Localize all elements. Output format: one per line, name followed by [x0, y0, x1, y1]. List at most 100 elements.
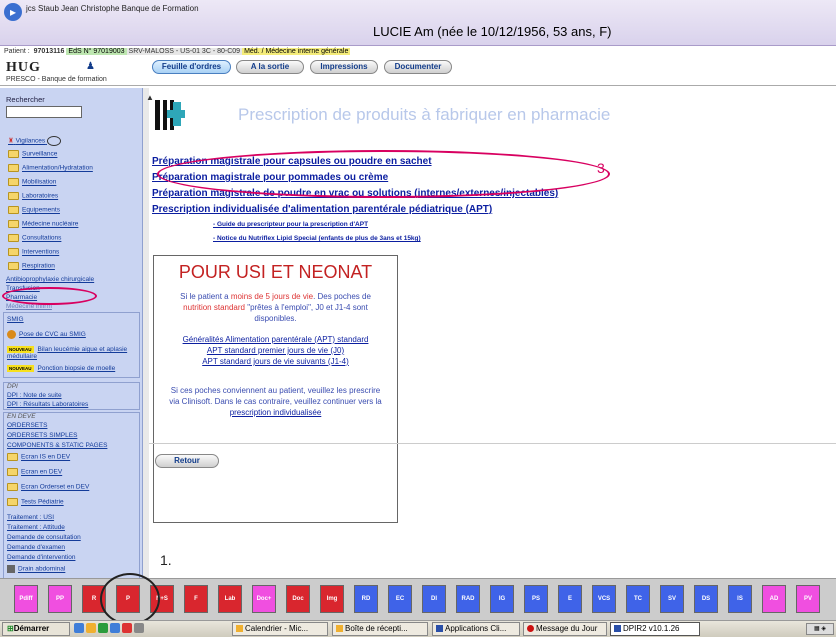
module-button-di[interactable]: DI	[422, 585, 446, 613]
module-button-vcs[interactable]: VCS	[592, 585, 616, 613]
usi-clinisoft-text: Si ces poches conviennent au patient, ve…	[169, 386, 382, 417]
module-button-tc[interactable]: TC	[626, 585, 650, 613]
sidebar-item-ecran-is-dev[interactable]: Ecran IS en DEV	[7, 453, 70, 461]
sidebar-item-tests-pediatrie[interactable]: Tests Pédiatrie	[7, 498, 64, 506]
sidebar-item-ordersets[interactable]: ORDERSETS	[7, 422, 47, 429]
link-apt-j1-4[interactable]: APT standard jours de vie suivants (J1-4…	[154, 356, 397, 367]
module-button-rd[interactable]: RD	[354, 585, 378, 613]
sidebar-item-medecine-nucleaire[interactable]: Médecine nucléaire	[8, 220, 78, 228]
sidebar-item-traitement-attitude[interactable]: Traitement : Attitude	[7, 524, 65, 531]
link-prescription-individualisee[interactable]: prescription individualisée	[230, 408, 322, 417]
module-button-ec[interactable]: EC	[388, 585, 412, 613]
sidebar-item-demande-consultation[interactable]: Demande de consultation	[7, 534, 81, 541]
link-apt[interactable]: Prescription individualisée d'alimentati…	[152, 204, 492, 215]
folder-icon	[8, 164, 19, 172]
dpi-section-title: DPI	[7, 383, 18, 390]
tab-feuille-ordres[interactable]: Feuille d'ordres	[152, 60, 231, 74]
sidebar-item-laboratoires[interactable]: Laboratoires	[8, 192, 58, 200]
link-apt-j0[interactable]: APT standard premier jours de vie (J0)	[154, 345, 397, 356]
folder-icon	[7, 483, 18, 491]
module-button-sv[interactable]: SV	[660, 585, 684, 613]
folder-icon	[8, 206, 19, 214]
tab-documenter[interactable]: Documenter	[384, 60, 452, 74]
sidebar-item-demande-examen[interactable]: Demande d'examen	[7, 544, 65, 551]
sidebar-item-interventions[interactable]: Interventions	[8, 248, 59, 256]
module-button-ad[interactable]: AD	[762, 585, 786, 613]
quicklaunch-icon[interactable]	[134, 623, 144, 633]
module-button-e[interactable]: E	[558, 585, 582, 613]
link-apt-guide[interactable]: - Guide du prescripteur pour la prescrip…	[213, 221, 368, 228]
tab-a-la-sortie[interactable]: A la sortie	[236, 60, 304, 74]
sidebar-item-consultations[interactable]: Consultations	[8, 234, 61, 242]
task-calendrier[interactable]: Calendrier - Mic...	[232, 622, 328, 636]
sidebar-item-traitement-usi[interactable]: Traitement : USI	[7, 514, 54, 521]
module-button-f[interactable]: F	[184, 585, 208, 613]
module-button-doc[interactable]: Doc+	[252, 585, 276, 613]
search-input[interactable]	[6, 106, 82, 118]
folder-icon	[7, 468, 18, 476]
sidebar-item-components[interactable]: COMPONENTS & STATIC PAGES	[7, 442, 107, 449]
sidebar-item-ordersets-simples[interactable]: ORDERSETS SIMPLES	[7, 432, 77, 439]
smig-section: SMIG Pose de CVC au SMIG NOUVEAU Bilan le…	[3, 312, 140, 378]
module-button-rad[interactable]: RAD	[456, 585, 480, 613]
module-button-ig[interactable]: IG	[490, 585, 514, 613]
hug-logo: HUG	[6, 60, 41, 75]
message-icon	[527, 625, 534, 633]
link-apt-generalites[interactable]: Généralités Alimentation parentérale (AP…	[154, 334, 397, 345]
vidal-icon	[46, 136, 61, 146]
folder-icon	[8, 220, 19, 228]
module-button-img[interactable]: Img	[320, 585, 344, 613]
sidebar-item-ponction[interactable]: NOUVEAU Ponction biopsie de moelle	[7, 365, 115, 372]
sidebar-item-drain[interactable]: Drain abdominal	[7, 565, 65, 573]
sidebar-item-alimentation[interactable]: Alimentation/Hydratation	[8, 164, 93, 172]
task-message-du-jour[interactable]: Message du Jour	[523, 622, 607, 636]
tab-impressions[interactable]: Impressions	[310, 60, 378, 74]
window-title: jcs Staub Jean Christophe Banque de Form…	[26, 4, 199, 13]
sidebar-item-vigilances[interactable]: ♜ Vigilances	[8, 136, 61, 146]
dev-section-title: EN DEVE	[7, 413, 36, 420]
module-button-ds[interactable]: DS	[694, 585, 718, 613]
patient-label: Patient : 97013116	[4, 48, 65, 55]
sidebar-item-dpi-labo[interactable]: DPI : Résultats Laboratoires	[7, 401, 88, 408]
module-button-ps[interactable]: PS	[524, 585, 548, 613]
system-tray[interactable]: ▦ ◈	[806, 623, 834, 635]
sidebar-item-equipements[interactable]: Equipements	[8, 206, 60, 214]
sidebar-item-ecran-orderset-dev[interactable]: Ecran Orderset en DEV	[7, 483, 89, 491]
module-button-pv[interactable]: PV	[796, 585, 820, 613]
main-content: ▲ Prescription de produits à fabriquer e…	[143, 88, 836, 578]
sidebar-item-ecran-dev[interactable]: Ecran en DEV	[7, 468, 62, 476]
eds-number: EdS N° 97019003	[66, 48, 127, 55]
quicklaunch-icon[interactable]	[110, 623, 120, 633]
module-button-pdiff[interactable]: Pdiff	[14, 585, 38, 613]
task-boite-reception[interactable]: Boîte de récepti...	[332, 622, 428, 636]
usi-intro-text: Si le patient a moins de 5 jours de vie.…	[180, 292, 371, 323]
sidebar-item-antibioprophylaxie[interactable]: Antibioprophylaxie chirurgicale	[6, 276, 94, 283]
link-nutriflex-notice[interactable]: - Notice du Nutriflex Lipid Special (enf…	[213, 235, 421, 242]
sidebar-item-smig[interactable]: SMIG	[7, 316, 24, 323]
sidebar-item-dpi-note[interactable]: DPI : Note de suite	[7, 392, 62, 399]
usi-neonat-box: POUR USI ET NEONAT Si le patient a moins…	[153, 255, 398, 523]
quicklaunch-icon[interactable]	[74, 623, 84, 633]
annotation-number-3: 3	[597, 160, 605, 176]
sidebar-item-respiration[interactable]: Respiration	[8, 262, 55, 270]
scroll-rail[interactable]	[143, 88, 149, 578]
quicklaunch-icon[interactable]	[98, 623, 108, 633]
quicklaunch-icon[interactable]	[86, 623, 96, 633]
start-button[interactable]: ⊞Démarrer	[2, 622, 70, 636]
hug-cross-logo	[155, 100, 185, 130]
sidebar-item-leucemie[interactable]: NOUVEAU Bilan leucémie aigue et aplasie m…	[7, 346, 137, 360]
retour-button[interactable]: Retour	[155, 454, 219, 468]
task-dpir2[interactable]: DPIR2 v10.1.26	[610, 622, 700, 636]
module-button-pp[interactable]: PP	[48, 585, 72, 613]
quicklaunch-icon[interactable]	[122, 623, 132, 633]
folder-icon	[8, 192, 19, 200]
folder-icon	[7, 453, 18, 461]
sidebar-item-cvc[interactable]: Pose de CVC au SMIG	[7, 330, 86, 339]
module-button-is[interactable]: IS	[728, 585, 752, 613]
module-button-lab[interactable]: Lab	[218, 585, 242, 613]
task-applications[interactable]: Applications Cli...	[432, 622, 520, 636]
sidebar-item-demande-intervention[interactable]: Demande d'intervention	[7, 554, 75, 561]
sidebar-item-surveillance[interactable]: Surveillance	[8, 150, 57, 158]
sidebar-item-mobilisation[interactable]: Mobilisation	[8, 178, 56, 186]
module-button-doc[interactable]: Doc	[286, 585, 310, 613]
